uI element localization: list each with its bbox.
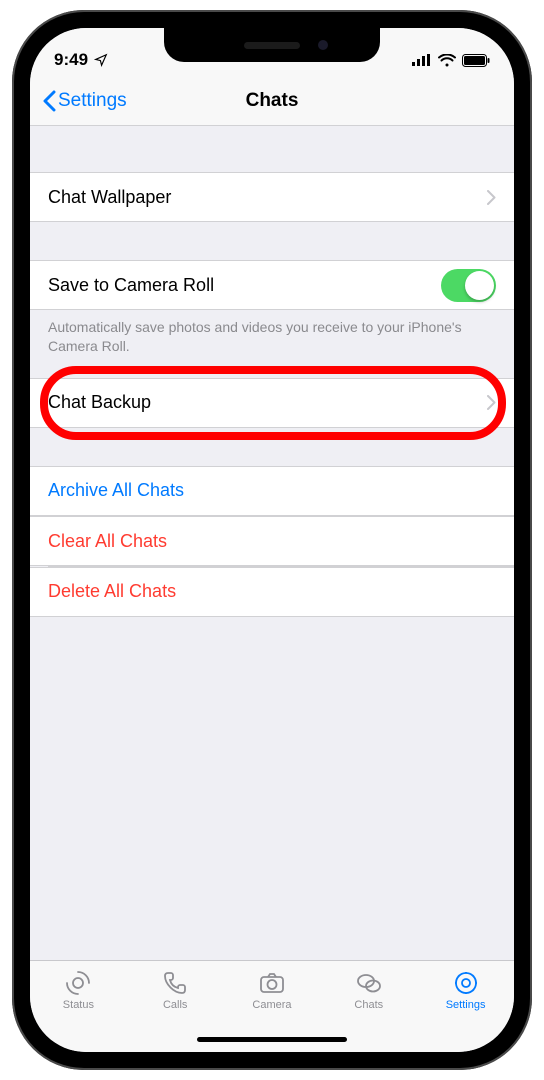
tab-settings[interactable]: Settings xyxy=(417,969,514,1011)
tab-chats[interactable]: Chats xyxy=(320,969,417,1011)
camera-roll-footer-text: Automatically save photos and videos you… xyxy=(30,310,514,356)
nav-bar: Settings Chats xyxy=(30,76,514,126)
chevron-right-icon xyxy=(487,395,496,410)
back-label: Settings xyxy=(58,90,127,112)
calls-icon xyxy=(161,969,189,997)
delete-all-chats-label: Delete All Chats xyxy=(48,581,496,602)
tab-status-label: Status xyxy=(63,999,94,1011)
back-button[interactable]: Settings xyxy=(42,90,127,112)
delete-all-chats-row[interactable]: Delete All Chats xyxy=(30,567,514,617)
chat-backup-label: Chat Backup xyxy=(48,392,487,413)
tab-camera-label: Camera xyxy=(252,999,291,1011)
save-camera-roll-toggle[interactable] xyxy=(441,269,496,302)
tab-chats-label: Chats xyxy=(354,999,383,1011)
location-icon xyxy=(94,53,108,67)
tab-calls-label: Calls xyxy=(163,999,187,1011)
notch xyxy=(164,28,380,62)
tab-settings-label: Settings xyxy=(446,999,486,1011)
nav-title: Chats xyxy=(246,90,299,112)
status-time: 9:49 xyxy=(54,50,88,70)
screen: 9:49 xyxy=(30,28,514,1052)
clear-all-chats-row[interactable]: Clear All Chats xyxy=(30,516,514,566)
battery-icon xyxy=(462,54,490,67)
save-camera-roll-row[interactable]: Save to Camera Roll xyxy=(30,260,514,310)
tab-camera[interactable]: Camera xyxy=(224,969,321,1011)
camera-icon xyxy=(258,969,286,997)
settings-icon xyxy=(452,969,480,997)
save-camera-roll-label: Save to Camera Roll xyxy=(48,275,441,296)
chat-wallpaper-label: Chat Wallpaper xyxy=(48,187,487,208)
cellular-signal-icon xyxy=(412,54,432,66)
phone-frame: 9:49 xyxy=(12,10,532,1070)
tab-calls[interactable]: Calls xyxy=(127,969,224,1011)
chevron-right-icon xyxy=(487,190,496,205)
archive-all-chats-row[interactable]: Archive All Chats xyxy=(30,466,514,516)
chats-icon xyxy=(355,969,383,997)
wifi-icon xyxy=(438,54,456,67)
chevron-left-icon xyxy=(42,90,56,112)
status-icon xyxy=(64,969,92,997)
chat-backup-row[interactable]: Chat Backup xyxy=(30,378,514,428)
tab-status[interactable]: Status xyxy=(30,969,127,1011)
home-indicator[interactable] xyxy=(197,1037,347,1042)
archive-all-chats-label: Archive All Chats xyxy=(48,480,496,501)
content-area: Chat Wallpaper Save to Camera Roll Autom… xyxy=(30,126,514,960)
chat-wallpaper-row[interactable]: Chat Wallpaper xyxy=(30,172,514,222)
clear-all-chats-label: Clear All Chats xyxy=(48,531,496,552)
